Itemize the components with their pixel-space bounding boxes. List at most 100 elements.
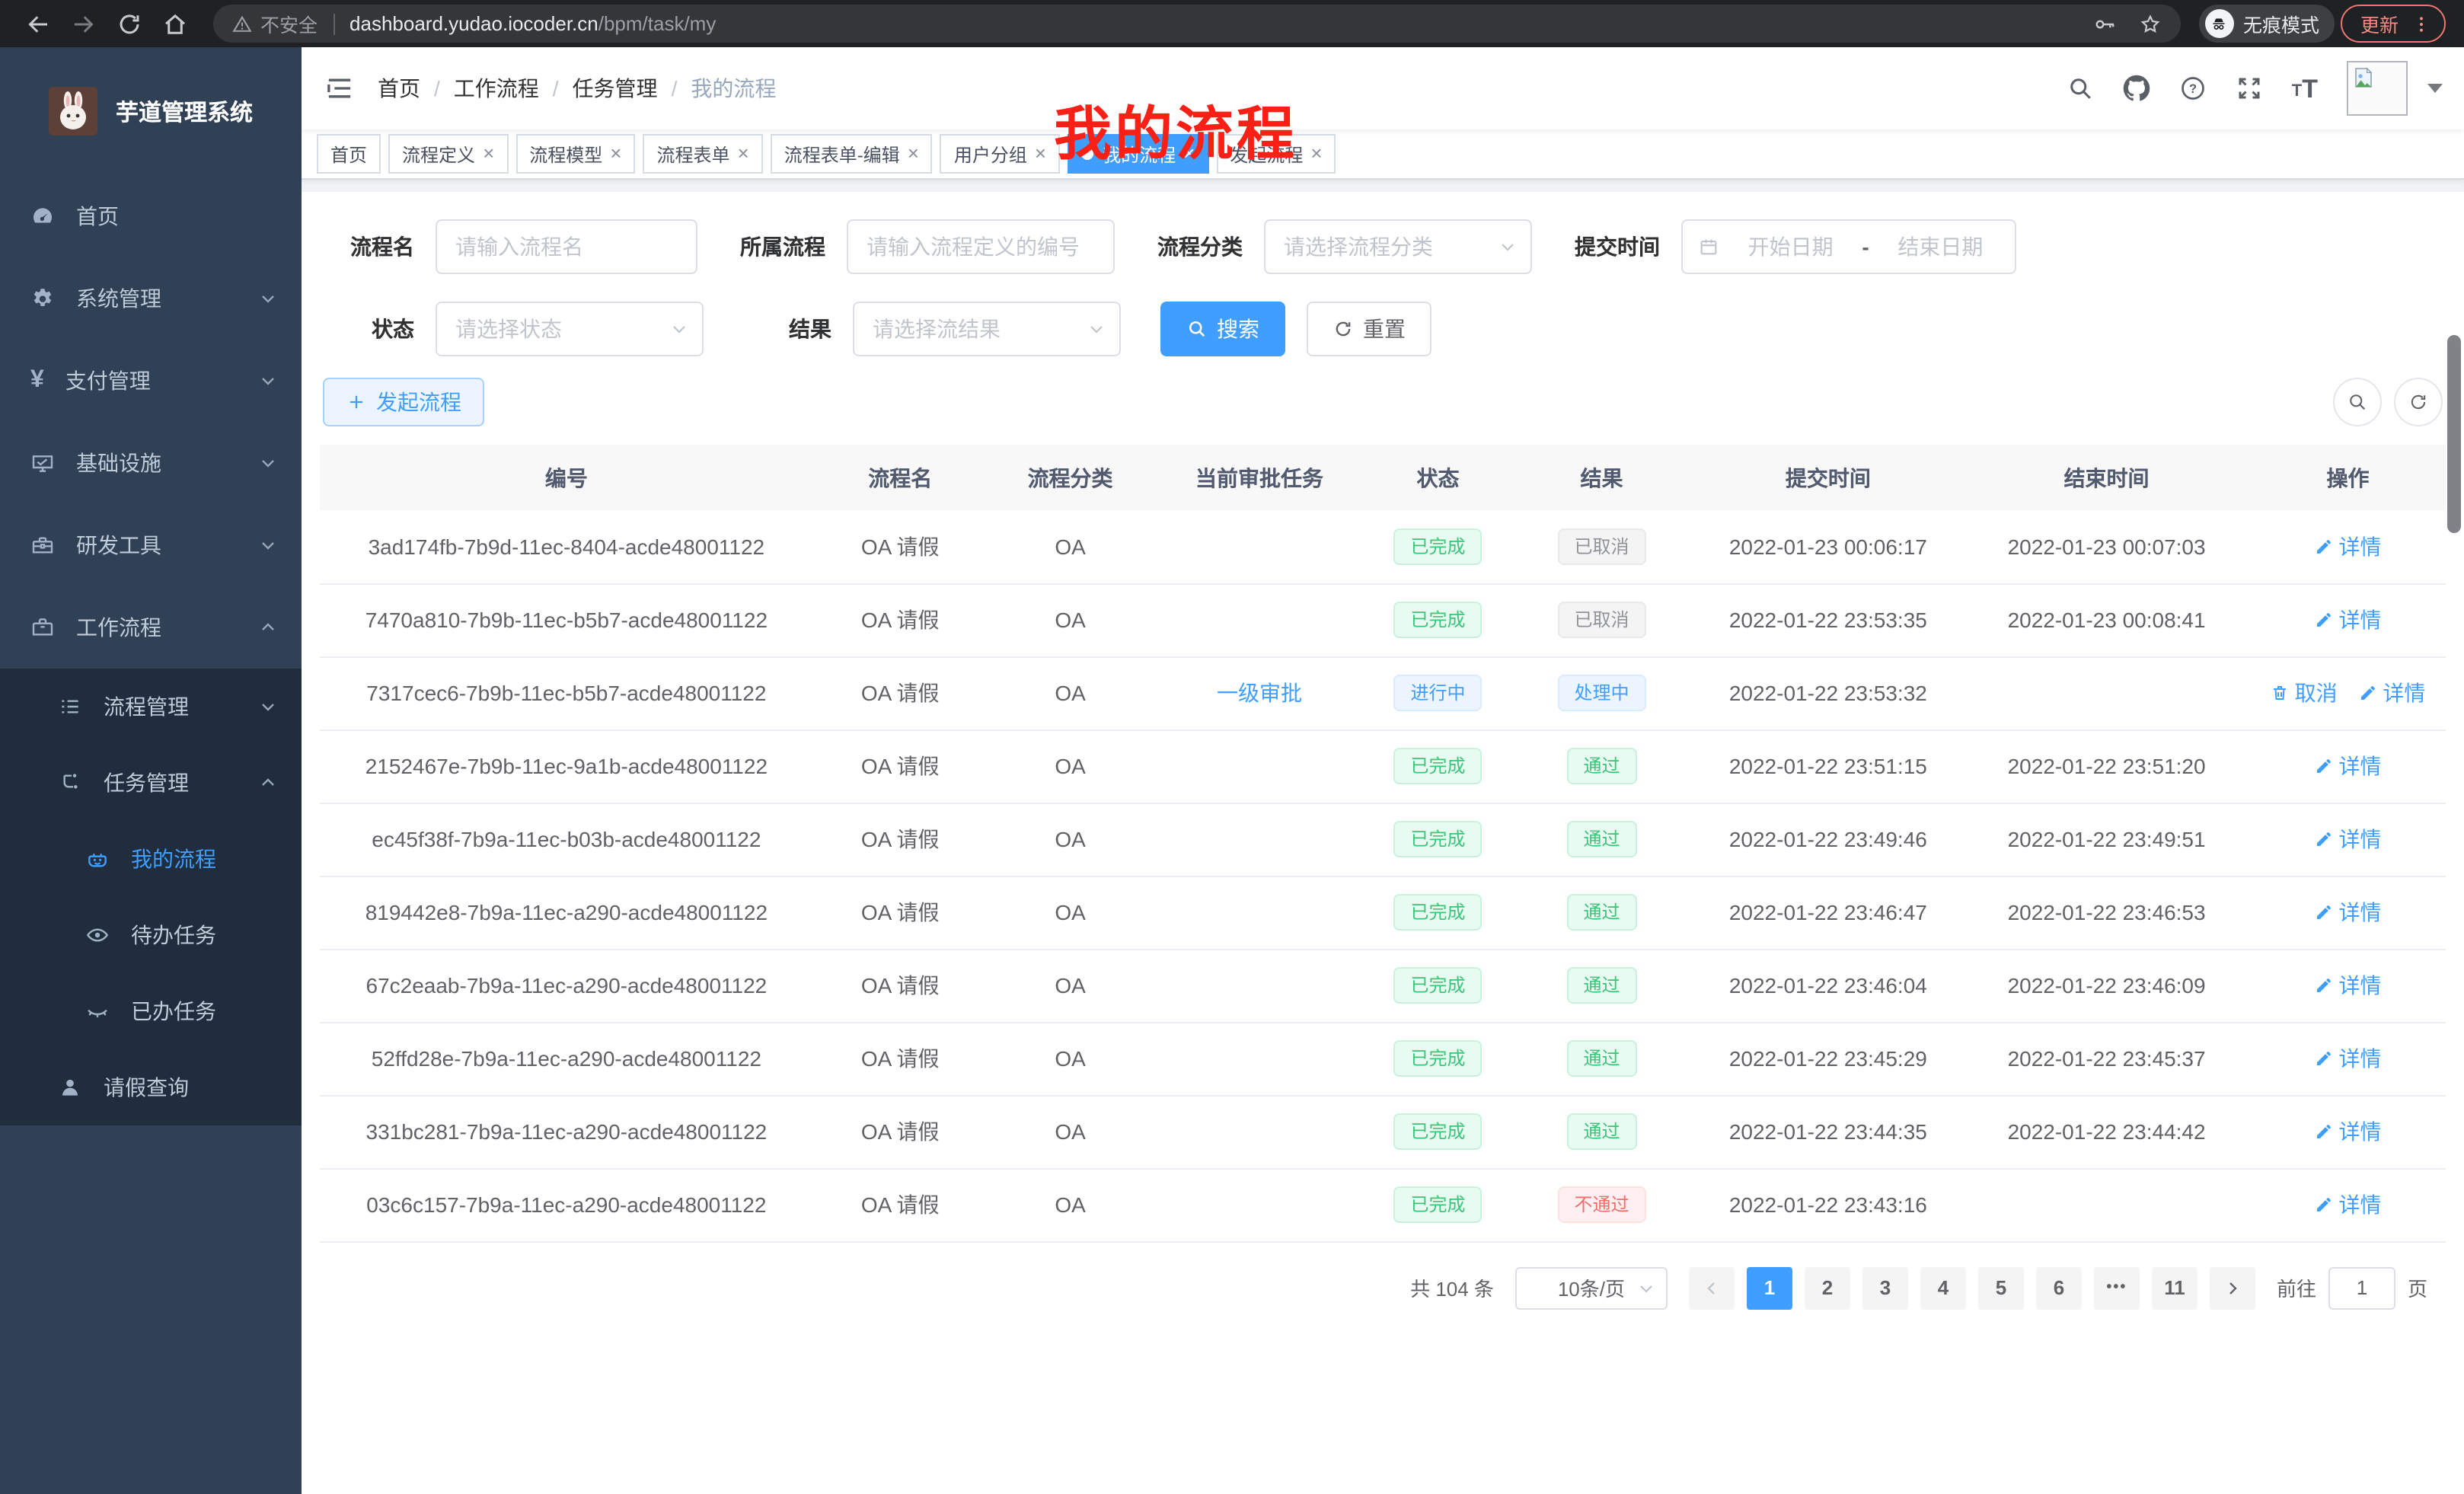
cell-category: OA: [988, 876, 1154, 949]
help-icon[interactable]: ?: [2179, 75, 2207, 102]
calendar-icon: [1698, 236, 1719, 257]
update-label: 更新: [2360, 9, 2399, 38]
cell-name: OA 请假: [813, 949, 988, 1022]
sidebar-item-process-mgmt[interactable]: 流程管理: [0, 669, 302, 745]
goto-page-input[interactable]: [2328, 1266, 2395, 1309]
close-icon[interactable]: ×: [1310, 145, 1322, 163]
cancel-link[interactable]: 取消: [2271, 678, 2338, 708]
start-process-button[interactable]: 发起流程: [323, 378, 484, 426]
tab-process-definition[interactable]: 流程定义×: [388, 134, 508, 174]
page-number[interactable]: 5: [1978, 1266, 2024, 1309]
close-icon[interactable]: ×: [610, 145, 621, 163]
result-badge: 通过: [1567, 1113, 1637, 1150]
sidebar-item-label: 首页: [76, 201, 119, 231]
tab-process-form-edit[interactable]: 流程表单-编辑×: [771, 134, 933, 174]
refresh-icon[interactable]: [2394, 378, 2443, 426]
back-icon[interactable]: [18, 4, 58, 43]
cell-submit-time: 2022-01-22 23:43:16: [1693, 1168, 1964, 1241]
toggle-search-icon[interactable]: [2333, 378, 2382, 426]
detail-link[interactable]: 详情: [2315, 970, 2382, 1001]
page-number[interactable]: 3: [1862, 1266, 1908, 1309]
font-size-icon[interactable]: TT: [2292, 75, 2318, 101]
cell-name: OA 请假: [813, 876, 988, 949]
fullscreen-icon[interactable]: [2236, 75, 2263, 102]
menu-dots-icon[interactable]: [2411, 13, 2432, 34]
breadcrumb-item[interactable]: 首页: [378, 73, 420, 104]
cell-category: OA: [988, 583, 1154, 656]
browser-update-button[interactable]: 更新: [2341, 5, 2446, 43]
cell-submit-time: 2022-01-22 23:46:04: [1693, 949, 1964, 1022]
tab-process-model[interactable]: 流程模型×: [515, 134, 635, 174]
tags-view-bar: 首页 流程定义× 流程模型× 流程表单× 流程表单-编辑× 用户分组× 我的流程…: [302, 129, 2464, 180]
cell-name: OA 请假: [813, 656, 988, 729]
sidebar-item-workflow[interactable]: 工作流程: [0, 586, 302, 669]
sidebar-item-todo-tasks[interactable]: 待办任务: [0, 897, 302, 973]
sidebar-item-payment[interactable]: ¥ 支付管理: [0, 340, 302, 422]
category-select[interactable]: [1264, 219, 1532, 274]
github-icon[interactable]: [2123, 75, 2150, 102]
detail-link[interactable]: 详情: [2315, 824, 2382, 854]
detail-link[interactable]: 详情: [2315, 1043, 2382, 1074]
flow-icon: [58, 771, 82, 795]
process-definition-input[interactable]: [847, 219, 1115, 274]
sidebar-item-home[interactable]: 首页: [0, 175, 302, 257]
reset-button[interactable]: 重置: [1307, 302, 1431, 356]
home-icon[interactable]: [155, 4, 195, 43]
page-number[interactable]: 11: [2152, 1266, 2197, 1309]
sidebar-item-my-process[interactable]: 我的流程: [0, 821, 302, 897]
col-header-name: 流程名: [813, 445, 988, 510]
process-name-input[interactable]: [436, 219, 697, 274]
bookmark-star-icon[interactable]: [2138, 11, 2162, 36]
key-icon[interactable]: [2092, 11, 2117, 36]
sidebar-item-leave-query[interactable]: 请假查询: [0, 1049, 302, 1125]
reload-icon[interactable]: [110, 4, 149, 43]
close-icon[interactable]: ×: [738, 145, 749, 163]
search-button[interactable]: 搜索: [1160, 302, 1285, 356]
forward-icon[interactable]: [64, 4, 104, 43]
detail-link[interactable]: 详情: [2315, 1116, 2382, 1147]
breadcrumb-item[interactable]: 任务管理: [573, 73, 658, 104]
close-icon[interactable]: ×: [1035, 145, 1046, 163]
detail-link[interactable]: 详情: [2315, 1189, 2382, 1220]
detail-link[interactable]: 详情: [2315, 897, 2382, 927]
close-icon[interactable]: ×: [908, 145, 919, 163]
tab-home[interactable]: 首页: [317, 134, 381, 174]
avatar[interactable]: [2347, 61, 2408, 116]
sidebar-item-devtools[interactable]: 研发工具: [0, 504, 302, 586]
scrollbar-thumb[interactable]: [2447, 335, 2461, 533]
page-number[interactable]: 6: [2036, 1266, 2082, 1309]
detail-link[interactable]: 详情: [2315, 751, 2382, 781]
page-number[interactable]: 4: [1920, 1266, 1966, 1309]
next-page-icon[interactable]: [2210, 1266, 2255, 1309]
sidebar-item-task-mgmt[interactable]: 任务管理: [0, 745, 302, 821]
address-bar[interactable]: 不安全 dashboard.yudao.iocoder.cn/bpm/task/…: [213, 5, 2181, 43]
sidebar-item-system[interactable]: 系统管理: [0, 257, 302, 340]
detail-link[interactable]: 详情: [2315, 532, 2382, 562]
sidebar-item-infra[interactable]: 基础设施: [0, 422, 302, 504]
tab-process-form[interactable]: 流程表单×: [643, 134, 762, 174]
sidebar-item-label: 任务管理: [104, 768, 189, 798]
cell-category: OA: [988, 729, 1154, 803]
search-icon[interactable]: [2067, 75, 2094, 102]
avatar-caret-icon[interactable]: [2427, 84, 2443, 93]
prev-page-icon[interactable]: [1689, 1266, 1735, 1309]
detail-link[interactable]: 详情: [2358, 678, 2425, 708]
sidebar-item-done-tasks[interactable]: 已办任务: [0, 973, 302, 1049]
col-header-end-time: 结束时间: [1963, 445, 2250, 510]
status-select[interactable]: [436, 302, 704, 356]
hamburger-icon[interactable]: [302, 47, 378, 129]
result-select[interactable]: [853, 302, 1121, 356]
page-ellipsis[interactable]: •••: [2094, 1266, 2140, 1309]
submit-time-range-picker[interactable]: 开始日期 - 结束日期: [1681, 219, 2016, 274]
workflow-submenu: 流程管理 任务管理 我的流程 待办任务 已办: [0, 669, 302, 1125]
breadcrumb-item[interactable]: 工作流程: [454, 73, 539, 104]
page-number[interactable]: 1: [1747, 1266, 1792, 1309]
task-link[interactable]: 一级审批: [1217, 678, 1302, 708]
close-icon[interactable]: ×: [483, 145, 494, 163]
tab-user-group[interactable]: 用户分组×: [940, 134, 1060, 174]
col-header-actions: 操作: [2250, 445, 2446, 510]
detail-link[interactable]: 详情: [2315, 605, 2382, 635]
page-size-select[interactable]: 10条/页: [1515, 1266, 1668, 1309]
page-number[interactable]: 2: [1805, 1266, 1850, 1309]
breadcrumb: 首页 / 工作流程 / 任务管理 / 我的流程: [378, 73, 776, 104]
